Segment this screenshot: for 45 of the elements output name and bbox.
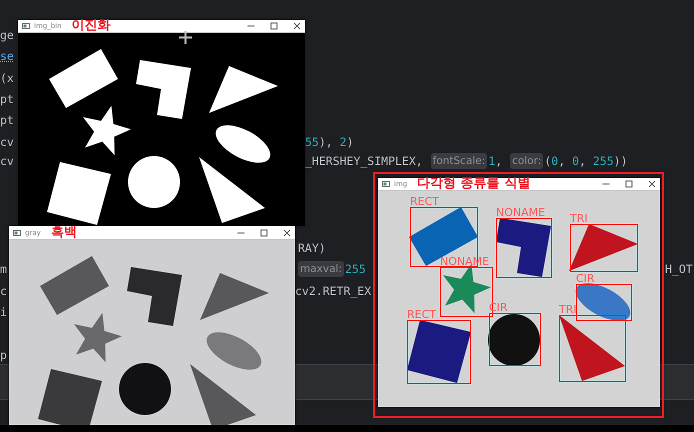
bounding-box xyxy=(570,224,638,272)
shape-label: NONAME xyxy=(496,207,546,218)
inlay-hint: maxval: xyxy=(298,261,344,278)
window-caption: 흑백 xyxy=(50,226,77,238)
code-text: m xyxy=(0,261,7,278)
maximize-icon[interactable] xyxy=(625,180,633,188)
code-text: se xyxy=(0,48,14,66)
bounding-box xyxy=(407,320,471,384)
code-text: i xyxy=(0,304,7,321)
code-text: cv xyxy=(0,134,14,150)
window-caption: 다각형 종류를 식별 xyxy=(417,178,530,190)
code-text: pt xyxy=(0,112,14,130)
code-text: RAY) xyxy=(298,240,326,257)
shape-label: TRI xyxy=(559,304,577,315)
close-icon[interactable] xyxy=(293,22,301,30)
code-text: p xyxy=(0,346,7,364)
app-icon xyxy=(22,23,30,29)
maximize-icon[interactable] xyxy=(260,228,268,236)
code-text: pt xyxy=(0,90,14,108)
inlay-hint: fontScale: xyxy=(430,152,488,169)
code-text: cv2.RETR_EX xyxy=(295,282,372,300)
code-text: cv xyxy=(0,152,14,170)
close-icon[interactable] xyxy=(283,228,291,236)
code-text: 255 xyxy=(344,261,366,278)
code-text: 55), 2) xyxy=(305,134,354,150)
shape-label: CIR xyxy=(576,273,595,284)
bounding-box xyxy=(489,313,541,366)
code-text: (x xyxy=(0,70,14,87)
inlay-hint: color: xyxy=(510,152,544,169)
code-text: c xyxy=(0,282,7,300)
app-icon xyxy=(13,230,21,236)
bounding-box xyxy=(496,218,552,278)
code-text: ge xyxy=(0,27,14,44)
code-text: H_OT xyxy=(665,261,693,278)
crosshair-cursor-icon xyxy=(179,31,192,44)
shape-label: RECT xyxy=(410,196,439,207)
code-text: _HERSHEY_SIMPLEX, xyxy=(305,152,424,170)
shape-label: RECT xyxy=(407,309,436,320)
app-icon xyxy=(382,181,390,187)
shape-label: TRI xyxy=(570,213,588,224)
window-caption: 이진화 xyxy=(72,20,111,32)
close-icon[interactable] xyxy=(648,180,656,188)
code-text: 1, xyxy=(488,152,504,170)
code-text: (0, 0, 255)) xyxy=(544,152,628,170)
maximize-icon[interactable] xyxy=(270,22,278,30)
